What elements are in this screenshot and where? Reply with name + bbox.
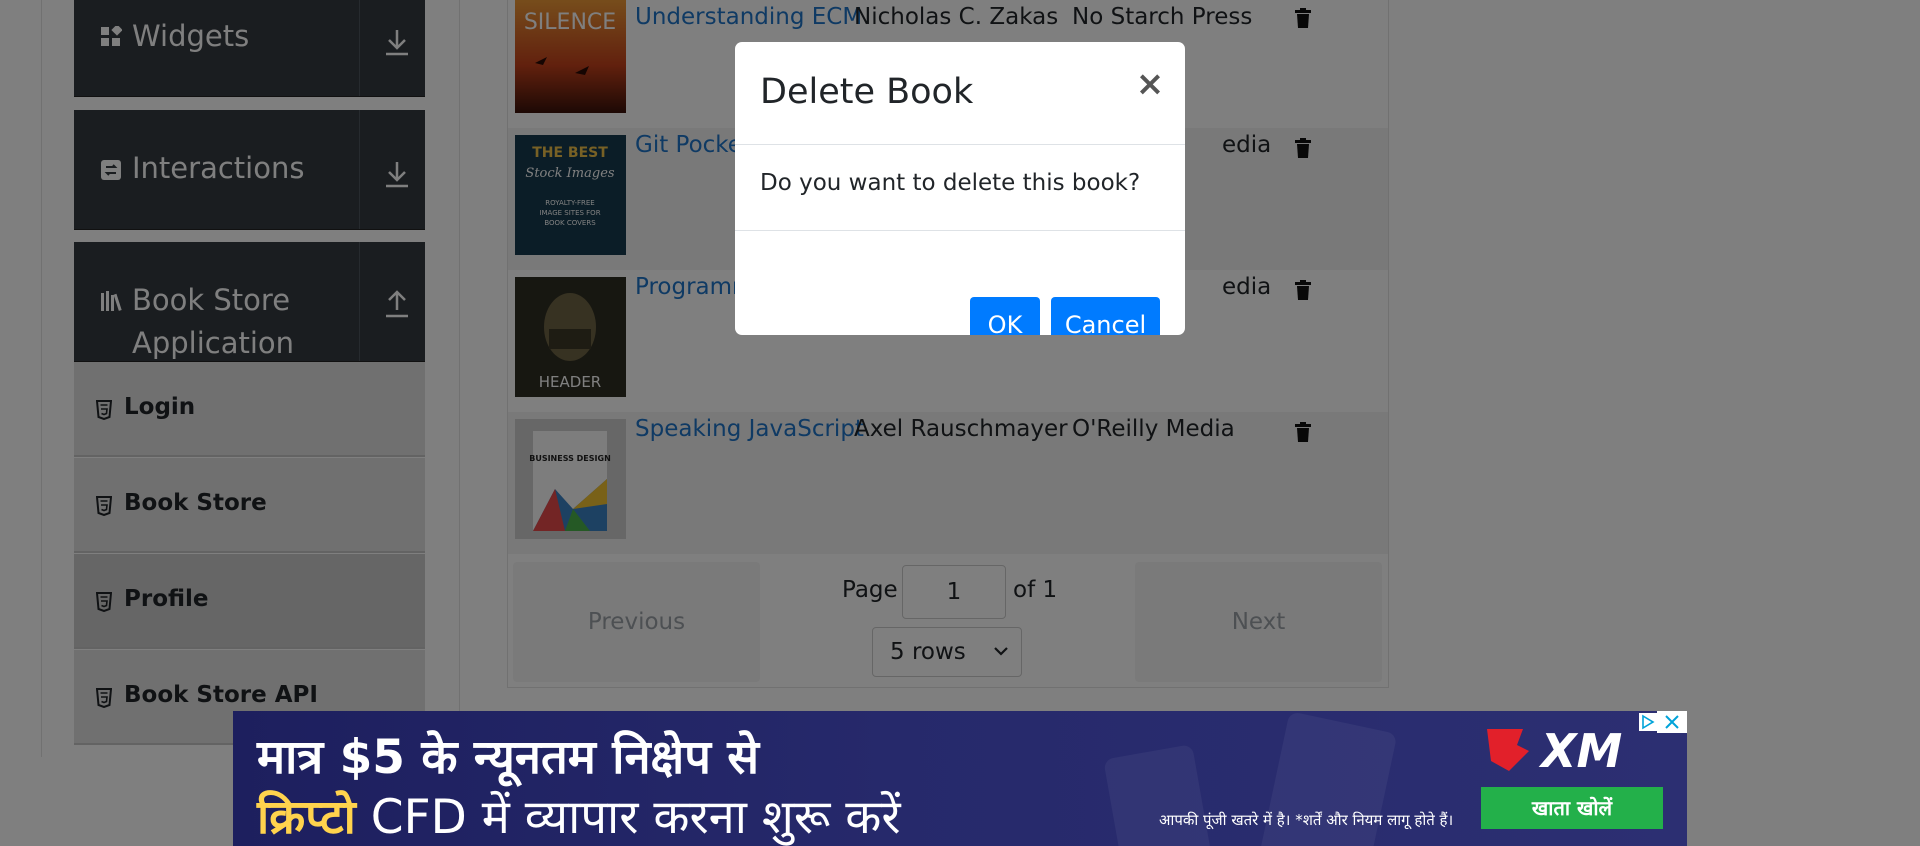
- modal-header: Delete Book ×: [735, 42, 1185, 145]
- ad-decoration: [1103, 744, 1213, 846]
- ad-disclaimer: आपकी पूंजी खतरे में है। *शर्तें और नियम …: [1159, 811, 1454, 829]
- close-icon[interactable]: ×: [1135, 64, 1165, 104]
- ad-banner[interactable]: मात्र $5 के न्यूनतम निक्षेप से क्रिप्टो …: [233, 711, 1687, 846]
- brand-text: XM: [1538, 724, 1622, 777]
- modal-body: Do you want to delete this book?: [735, 145, 1185, 231]
- ad-info-icon[interactable]: [1639, 713, 1657, 731]
- open-account-button[interactable]: खाता खोलें: [1481, 787, 1663, 829]
- modal-message: Do you want to delete this book?: [760, 170, 1141, 196]
- ad-close-icon[interactable]: [1657, 711, 1687, 733]
- modal-title: Delete Book: [760, 72, 974, 112]
- modal-footer: OK Cancel: [735, 231, 1185, 335]
- ad-headline-line1: मात्र $5 के न्यूनतम निक्षेप से: [257, 730, 760, 785]
- ad-headline-line2: क्रिप्टो CFD में व्यापार करना शुरू करें: [257, 783, 901, 846]
- xm-logo: XM: [1487, 724, 1622, 777]
- delete-book-modal: Delete Book × Do you want to delete this…: [735, 42, 1185, 335]
- ad-highlight: क्रिप्टो: [257, 790, 356, 845]
- ad-headline-rest: CFD में व्यापार करना शुरू करें: [355, 790, 901, 845]
- ok-button[interactable]: OK: [970, 297, 1040, 335]
- cancel-button[interactable]: Cancel: [1051, 297, 1160, 335]
